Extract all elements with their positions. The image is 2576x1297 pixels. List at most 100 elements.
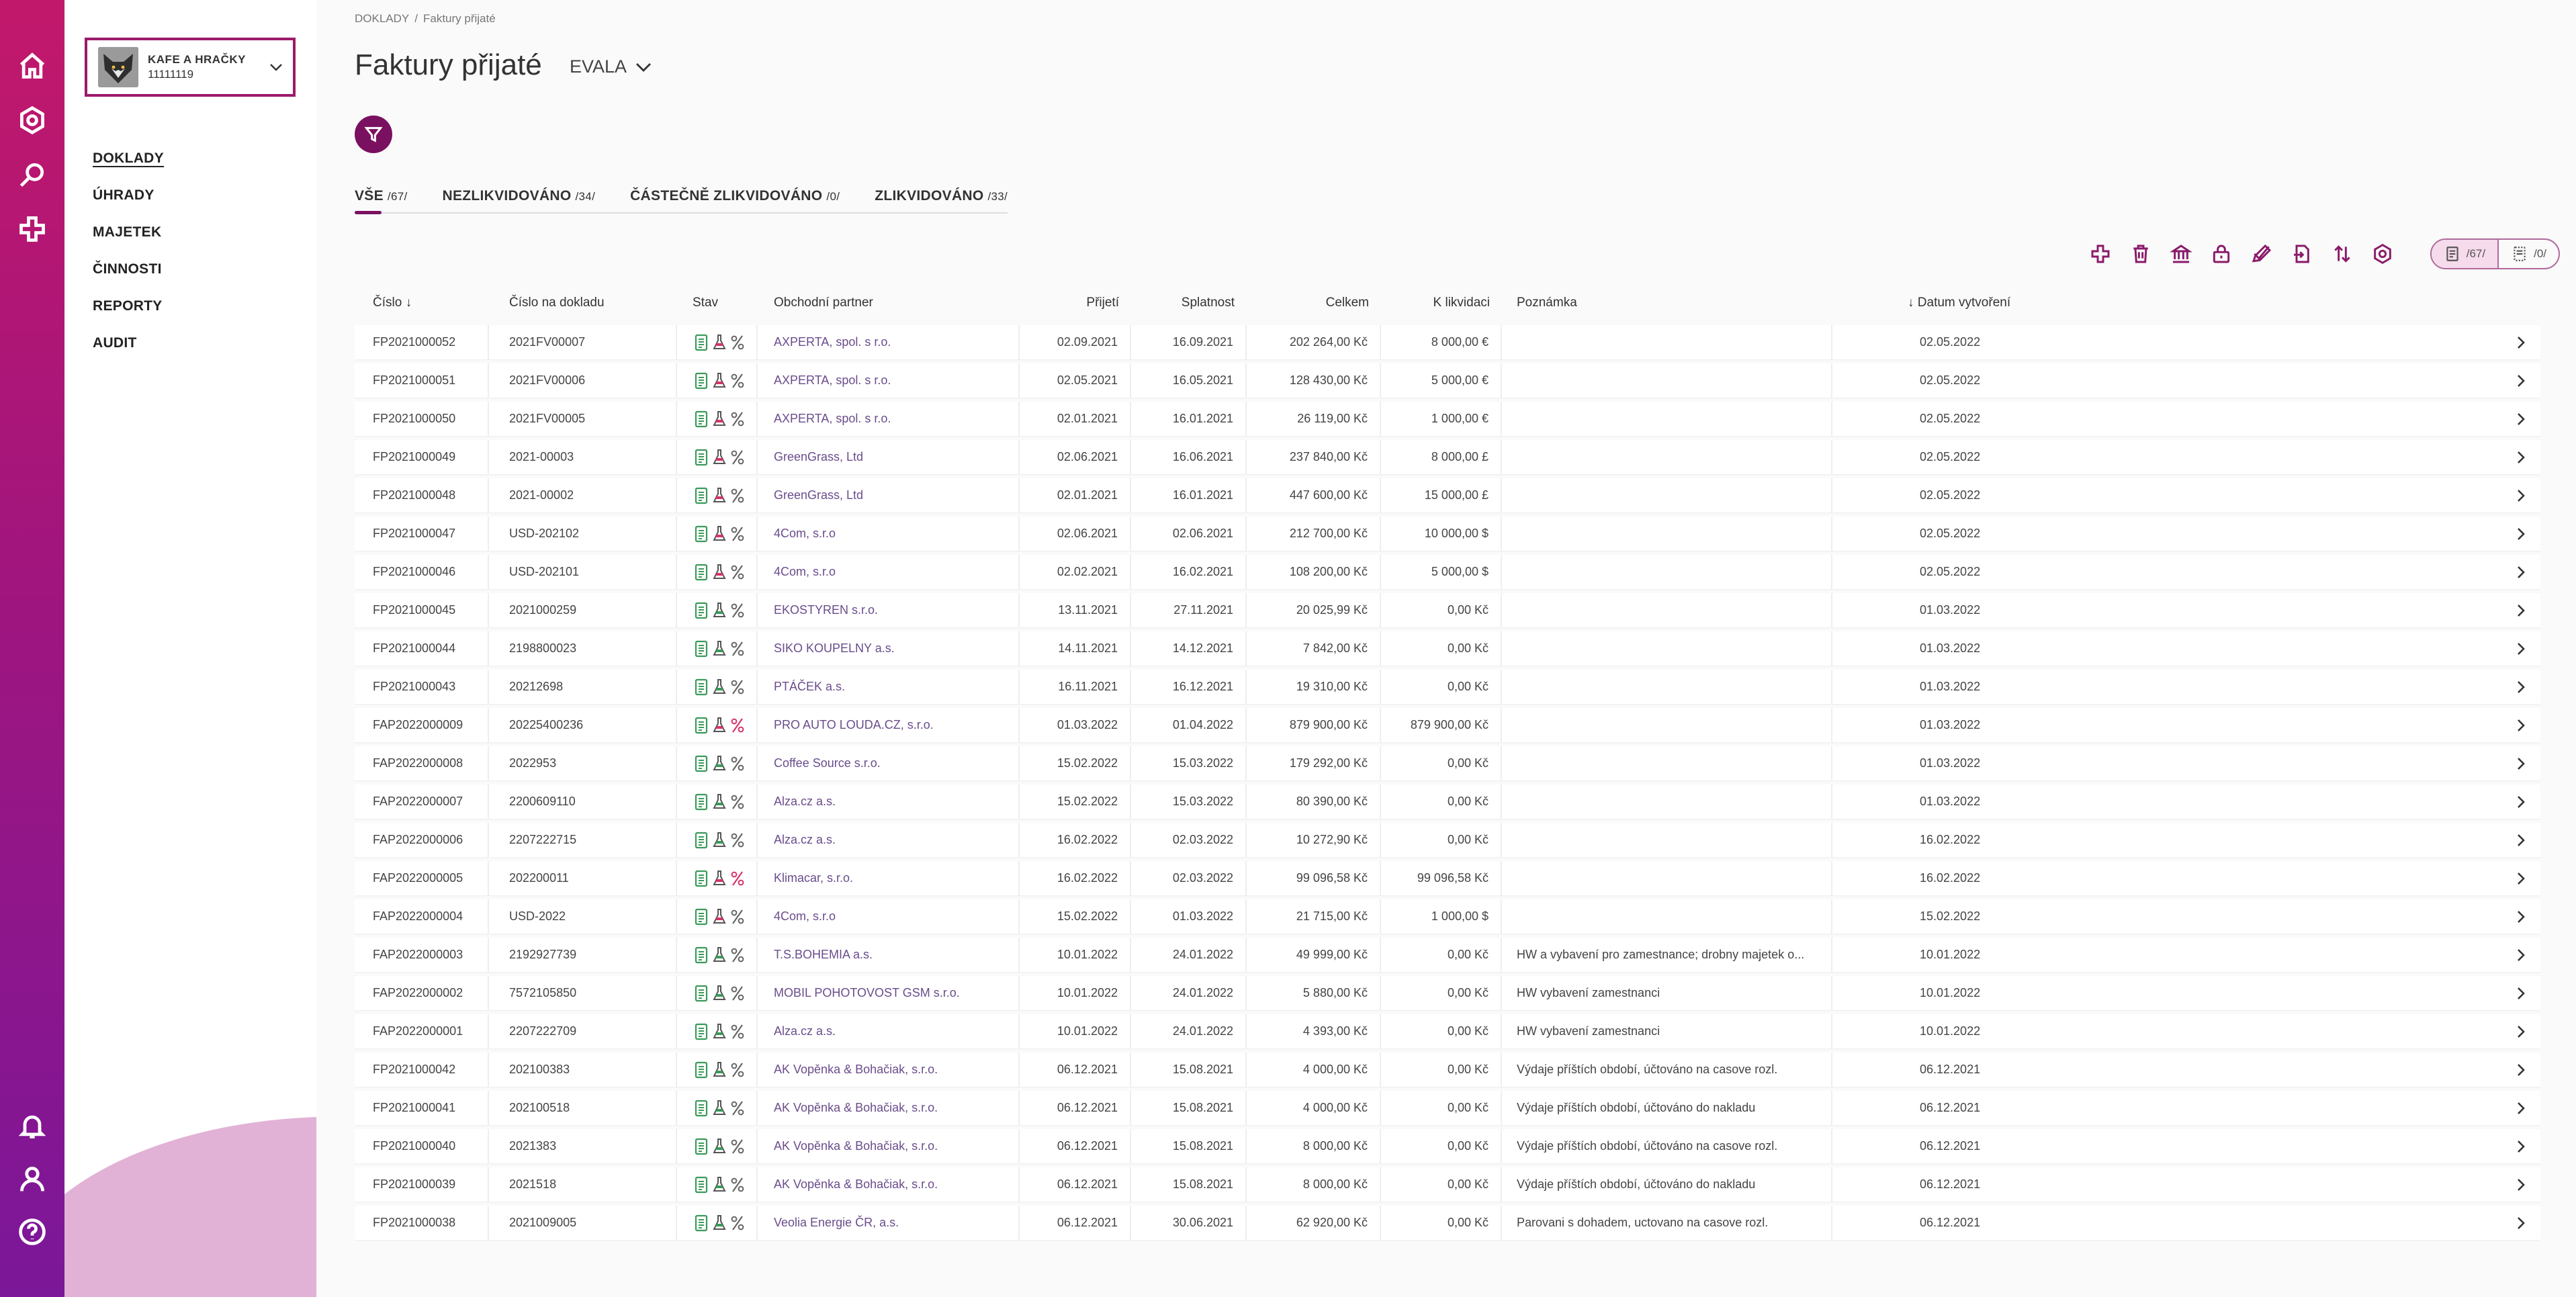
row-open-arrow-icon[interactable] [2511,517,2531,551]
table-row[interactable]: FP2021000047 USD-202102 4Com, s.r.o 02.06.2… [355,517,2540,551]
partner-link[interactable]: AXPERTA, spol. s r.o. [758,402,1020,436]
column-header-celkem[interactable]: Celkem [1247,296,1369,310]
table-row[interactable]: FP2021000044 2198800023 SIKO KOUPELNY a.s.… [355,631,2540,666]
ledger-selector[interactable]: EVALA [570,56,652,77]
table-row[interactable]: FP2021000043 20212698 PTÁČEK a.s. 16.11.202… [355,670,2540,704]
tab-nezlikvidovano[interactable]: NEZLIKVIDOVÁNO/34/ [442,188,595,212]
row-open-arrow-icon[interactable] [2511,440,2531,474]
table-row[interactable]: FAP2022000001 2207222709 Alza.cz a.s. 10.01… [355,1014,2540,1048]
approve-icon[interactable] [2250,242,2273,265]
partner-link[interactable]: EKOSTYREN s.r.o. [758,593,1020,627]
view-documents-button[interactable]: /67/ [2431,240,2499,268]
partner-link[interactable]: Klimacar, s.r.o. [758,861,1020,895]
partner-link[interactable]: 4Com, s.r.o [758,555,1020,589]
partner-link[interactable]: AK Vopěnka & Bohačiak, s.r.o. [758,1167,1020,1202]
row-open-arrow-icon[interactable] [2511,363,2531,398]
table-row[interactable]: FP2021000045 2021000259 EKOSTYREN s.r.o. 13… [355,593,2540,627]
partner-link[interactable]: 4Com, s.r.o [758,517,1020,551]
row-open-arrow-icon[interactable] [2511,1014,2531,1048]
partner-link[interactable]: Veolia Energie ČR, a.s. [758,1206,1020,1240]
add-icon[interactable] [2089,242,2112,265]
table-row[interactable]: FP2021000048 2021-00002 GreenGrass, Ltd 02.… [355,478,2540,512]
row-open-arrow-icon[interactable] [2511,1129,2531,1163]
table-row[interactable]: FAP2022000004 USD-2022 4Com, s.r.o 15.02.20… [355,899,2540,934]
column-header-doc[interactable]: Číslo na dokladu [509,296,605,310]
company-switcher[interactable]: KAFE A HRAČKY 11111119 [85,38,296,97]
table-row[interactable]: FP2021000051 2021FV00006 AXPERTA, spol. s … [355,363,2540,398]
partner-link[interactable]: AK Vopěnka & Bohačiak, s.r.o. [758,1129,1020,1163]
partner-link[interactable]: T.S.BOHEMIA a.s. [758,938,1020,972]
nav-item-doklady[interactable]: DOKLADY [93,146,164,183]
table-row[interactable]: FAP2022000009 20225400236 PRO AUTO LOUDA.C… [355,708,2540,742]
column-header-poznamka[interactable]: Poznámka [1517,296,1577,310]
row-open-arrow-icon[interactable] [2511,1167,2531,1202]
search-icon[interactable] [16,159,48,191]
settings-icon[interactable] [16,104,48,136]
table-row[interactable]: FP2021000041 202100518 AK Vopěnka & Bohači… [355,1091,2540,1125]
table-row[interactable]: FAP2022000005 202200011 Klimacar, s.r.o. 16… [355,861,2540,895]
nav-item-reporty[interactable]: REPORTY [93,294,164,331]
row-open-arrow-icon[interactable] [2511,670,2531,704]
nav-item-audit[interactable]: AUDIT [93,331,164,368]
filter-button[interactable] [355,116,392,153]
partner-link[interactable]: AXPERTA, spol. s r.o. [758,363,1020,398]
bell-icon[interactable] [16,1110,48,1142]
table-row[interactable]: FP2021000046 USD-202101 4Com, s.r.o 02.02.2… [355,555,2540,589]
row-open-arrow-icon[interactable] [2511,402,2531,436]
row-open-arrow-icon[interactable] [2511,976,2531,1010]
table-row[interactable]: FP2021000052 2021FV00007 AXPERTA, spol. s … [355,325,2540,359]
table-row[interactable]: FAP2022000002 7572105850 MOBIL POHOTOVOST … [355,976,2540,1010]
nav-item-majetek[interactable]: MAJETEK [93,220,164,257]
column-header-partner[interactable]: Obchodní partner [774,296,873,310]
partner-link[interactable]: 4Com, s.r.o [758,899,1020,934]
bank-icon[interactable] [2170,242,2192,265]
sort-icon[interactable] [2331,242,2354,265]
table-row[interactable]: FP2021000049 2021-00003 GreenGrass, Ltd 02.… [355,440,2540,474]
row-open-arrow-icon[interactable] [2511,746,2531,780]
column-header-prijeti[interactable]: Přijetí [1020,296,1119,310]
column-header-num[interactable]: Číslo ↓ [373,296,412,310]
row-open-arrow-icon[interactable] [2511,708,2531,742]
row-open-arrow-icon[interactable] [2511,1091,2531,1125]
lock-icon[interactable] [2210,242,2233,265]
tab-castecne-zlikvidovano[interactable]: ČÁSTEČNĚ ZLIKVIDOVÁNO/0/ [630,188,840,212]
row-open-arrow-icon[interactable] [2511,938,2531,972]
partner-link[interactable]: AXPERTA, spol. s r.o. [758,325,1020,359]
column-header-stav[interactable]: Stav [693,296,718,310]
table-row[interactable]: FP2021000042 202100383 AK Vopěnka & Bohači… [355,1053,2540,1087]
row-open-arrow-icon[interactable] [2511,593,2531,627]
row-open-arrow-icon[interactable] [2511,823,2531,857]
partner-link[interactable]: MOBIL POHOTOVOST GSM s.r.o. [758,976,1020,1010]
row-open-arrow-icon[interactable] [2511,478,2531,512]
table-row[interactable]: FAP2022000007 2200609110 Alza.cz a.s. 15.02… [355,785,2540,819]
tab-vse[interactable]: VŠE/67/ [355,188,407,214]
partner-link[interactable]: AK Vopěnka & Bohačiak, s.r.o. [758,1053,1020,1087]
partner-link[interactable]: PTÁČEK a.s. [758,670,1020,704]
breadcrumb-root[interactable]: DOKLADY [355,12,409,25]
partner-link[interactable]: Alza.cz a.s. [758,1014,1020,1048]
home-icon[interactable] [16,50,48,82]
tab-zlikvidovano[interactable]: ZLIKVIDOVÁNO/33/ [875,188,1008,212]
row-open-arrow-icon[interactable] [2511,325,2531,359]
row-open-arrow-icon[interactable] [2511,555,2531,589]
row-open-arrow-icon[interactable] [2511,1053,2531,1087]
help-icon[interactable] [16,1216,48,1248]
table-row[interactable]: FAP2022000008 2022953 Coffee Source s.r.o.… [355,746,2540,780]
nav-item-cinnosti[interactable]: ČINNOSTI [93,257,164,294]
partner-link[interactable]: Alza.cz a.s. [758,823,1020,857]
settings-icon[interactable] [2371,242,2394,265]
partner-link[interactable]: Alza.cz a.s. [758,785,1020,819]
column-header-splatnost[interactable]: Splatnost [1131,296,1235,310]
user-icon[interactable] [16,1163,48,1195]
add-icon[interactable] [16,213,48,245]
table-row[interactable]: FAP2022000006 2207222715 Alza.cz a.s. 16.02… [355,823,2540,857]
table-row[interactable]: FP2021000050 2021FV00005 AXPERTA, spol. s … [355,402,2540,436]
partner-link[interactable]: Coffee Source s.r.o. [758,746,1020,780]
partner-link[interactable]: GreenGrass, Ltd [758,440,1020,474]
trash-icon[interactable] [2129,242,2152,265]
nav-item-uhrady[interactable]: ÚHRADY [93,183,164,220]
table-row[interactable]: FAP2022000003 2192927739 T.S.BOHEMIA a.s. 1… [355,938,2540,972]
view-drafts-button[interactable]: /0/ [2499,240,2559,268]
row-open-arrow-icon[interactable] [2511,899,2531,934]
table-row[interactable]: FP2021000038 2021009005 Veolia Energie ČR,… [355,1206,2540,1240]
